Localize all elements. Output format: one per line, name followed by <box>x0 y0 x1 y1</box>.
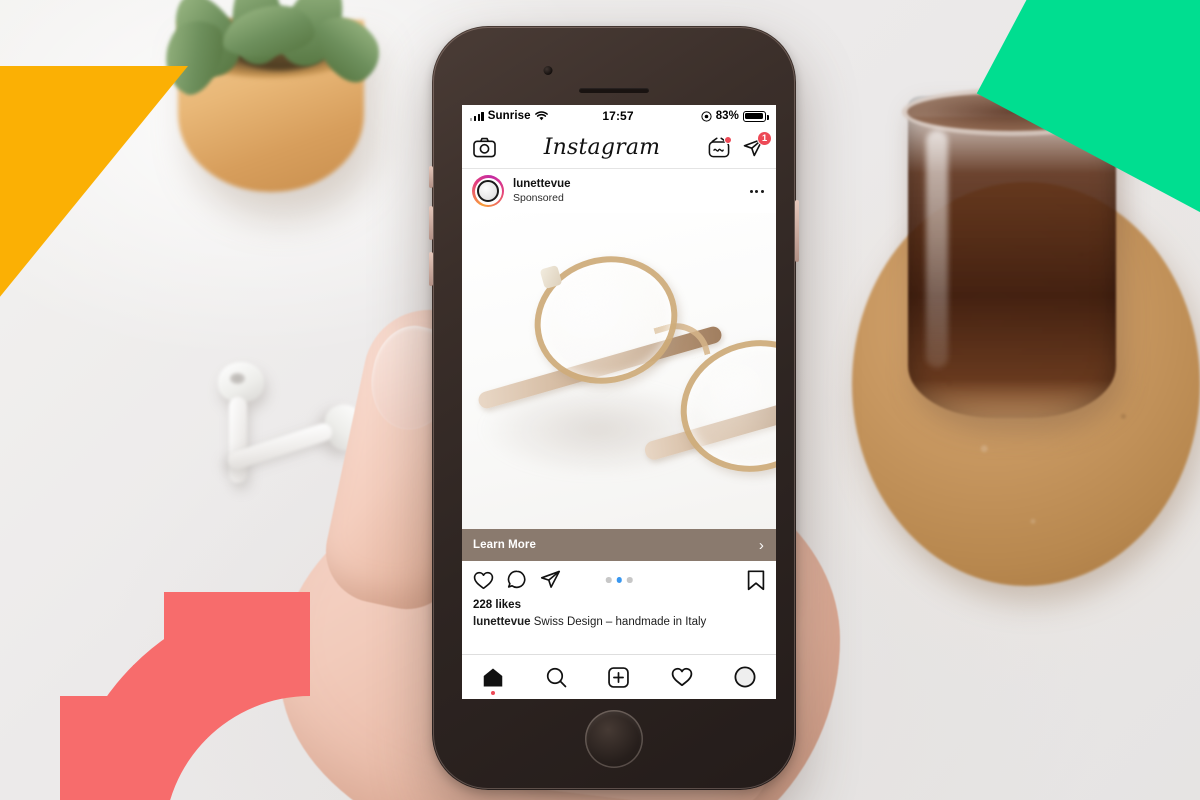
igtv-icon[interactable] <box>708 136 732 158</box>
signal-strength-icon <box>470 111 484 121</box>
home-notification-dot <box>491 691 496 695</box>
tab-home[interactable] <box>471 657 515 697</box>
tab-profile[interactable] <box>723 657 767 697</box>
volume-down-button[interactable] <box>429 252 433 286</box>
nav-right-actions: 1 <box>708 130 772 159</box>
battery-fill <box>745 112 763 120</box>
avatar[interactable] <box>472 175 504 207</box>
battery-percent-label: 83% <box>715 110 740 122</box>
post-sponsored-label: Sponsored <box>513 192 564 205</box>
carrier-label: Sunrise <box>487 110 531 122</box>
more-options-icon[interactable] <box>748 184 766 199</box>
power-button[interactable] <box>795 200 799 262</box>
post-author-meta: lunettevue Sponsored <box>513 178 748 205</box>
coral-arc-leg <box>60 696 164 800</box>
comment-icon[interactable] <box>507 570 527 590</box>
coral-arc-top-fill <box>164 592 310 696</box>
phone-device: Sunrise 17:57 83% Instagram 1 lunettevue… <box>429 26 799 790</box>
post-actions-left <box>473 570 561 590</box>
carousel-pager <box>605 577 633 583</box>
glass-highlight <box>926 130 948 368</box>
avatar-inner <box>474 177 502 205</box>
avatar-image <box>477 180 499 202</box>
caption-text: Swiss Design – handmade in Italy <box>533 616 707 628</box>
phone-screen: Sunrise 17:57 83% Instagram 1 lunettevue… <box>462 105 776 699</box>
direct-notification-badge: 1 <box>756 130 772 146</box>
battery-icon <box>743 110 769 122</box>
post-actions <box>462 561 776 599</box>
ring-silent-switch[interactable] <box>429 166 433 188</box>
volume-up-button[interactable] <box>429 206 433 240</box>
camera-icon[interactable] <box>473 137 496 158</box>
direct-share-icon[interactable]: 1 <box>742 130 772 159</box>
photo-background: Sunrise 17:57 83% Instagram 1 lunettevue… <box>0 0 1200 800</box>
share-icon[interactable] <box>540 570 561 590</box>
earpiece-speaker <box>579 88 649 93</box>
chevron-right-icon: › <box>758 536 764 554</box>
post-username[interactable]: lunettevue <box>513 178 748 192</box>
wifi-icon <box>534 111 548 121</box>
post-header: lunettevue Sponsored <box>462 169 776 213</box>
learn-more-label: Learn More <box>473 539 536 551</box>
location-icon <box>701 110 712 122</box>
pager-dot-active[interactable] <box>616 577 622 583</box>
likes-count[interactable]: 228 likes <box>473 599 765 611</box>
post-actions-right <box>747 569 765 591</box>
yellow-triangle-shape <box>0 66 188 309</box>
status-right: 83% <box>634 110 769 122</box>
post-media[interactable] <box>462 213 776 529</box>
post-caption-block: 228 likes lunettevue Swiss Design – hand… <box>462 599 776 630</box>
instagram-logo: Instagram <box>543 135 661 160</box>
status-bar: Sunrise 17:57 83% <box>462 105 776 127</box>
learn-more-cta[interactable]: Learn More › <box>462 529 776 561</box>
home-button[interactable] <box>585 710 643 768</box>
instagram-top-nav: Instagram 1 <box>462 127 776 169</box>
status-left: Sunrise <box>470 110 602 122</box>
post-caption: lunettevue Swiss Design – handmade in It… <box>473 615 765 630</box>
heart-icon[interactable] <box>473 571 494 590</box>
tab-search[interactable] <box>534 657 578 697</box>
igtv-notification-dot <box>723 136 732 144</box>
caption-username[interactable]: lunettevue <box>473 616 531 628</box>
status-time: 17:57 <box>602 109 634 123</box>
bottom-tab-bar <box>462 654 776 699</box>
tab-activity[interactable] <box>660 657 704 697</box>
front-camera <box>543 66 553 75</box>
tab-add-post[interactable] <box>597 657 641 697</box>
pager-dot[interactable] <box>605 577 612 583</box>
bookmark-icon[interactable] <box>747 569 765 591</box>
pager-dot[interactable] <box>626 577 633 583</box>
